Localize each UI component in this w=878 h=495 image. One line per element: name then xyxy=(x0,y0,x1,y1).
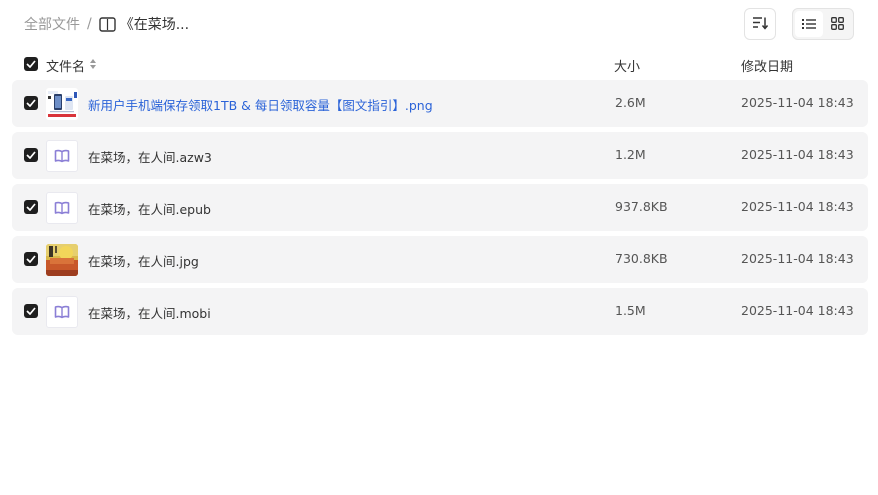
top-bar: 全部文件 / 《在菜场... xyxy=(0,0,878,48)
file-size: 1.2M xyxy=(615,147,646,162)
breadcrumb-separator: / xyxy=(87,16,92,32)
row-checkbox[interactable] xyxy=(24,304,38,318)
grid-view-icon xyxy=(830,15,844,34)
ebook-icon xyxy=(46,192,78,224)
column-header-size: 大小 xyxy=(614,60,641,75)
book-icon xyxy=(99,16,116,32)
breadcrumb-root[interactable]: 全部文件 xyxy=(24,14,80,34)
file-date: 2025-11-04 18:43 xyxy=(741,303,854,318)
file-date: 2025-11-04 18:43 xyxy=(741,251,854,266)
breadcrumb: 全部文件 / 《在菜场... xyxy=(24,14,189,34)
file-date: 2025-11-04 18:43 xyxy=(741,147,854,162)
file-row[interactable]: 在菜场，在人间.azw3 1.2M 2025-11-04 18:43 xyxy=(12,132,868,179)
list-view-icon xyxy=(802,15,816,34)
file-size: 1.5M xyxy=(615,303,646,318)
sort-lines-icon xyxy=(752,15,769,34)
view-toggle xyxy=(792,8,854,40)
row-checkbox[interactable] xyxy=(24,200,38,214)
file-name[interactable]: 在菜场，在人间.mobi xyxy=(88,303,211,322)
column-header-name[interactable]: 文件名 xyxy=(46,56,85,75)
file-name[interactable]: 在菜场，在人间.epub xyxy=(88,199,211,218)
file-name[interactable]: 在菜场，在人间.jpg xyxy=(88,251,199,270)
check-icon xyxy=(26,60,36,68)
file-size: 2.6M xyxy=(615,95,646,110)
file-date: 2025-11-04 18:43 xyxy=(741,199,854,214)
breadcrumb-current: 《在菜场... xyxy=(119,17,190,33)
select-all-checkbox[interactable] xyxy=(24,57,38,71)
file-row[interactable]: 新用户手机端保存领取1TB & 每日领取容量【图文指引】.png 2.6M 20… xyxy=(12,80,868,127)
file-name[interactable]: 在菜场，在人间.azw3 xyxy=(88,147,212,166)
check-icon xyxy=(26,99,36,107)
row-checkbox[interactable] xyxy=(24,96,38,110)
check-icon xyxy=(26,203,36,211)
check-icon xyxy=(26,151,36,159)
file-name[interactable]: 新用户手机端保存领取1TB & 每日领取容量【图文指引】.png xyxy=(88,95,433,114)
list-view-button[interactable] xyxy=(795,11,823,37)
check-icon xyxy=(26,307,36,315)
sort-caret-icon[interactable] xyxy=(89,57,97,71)
file-row[interactable]: 在菜场，在人间.jpg 730.8KB 2025-11-04 18:43 xyxy=(12,236,868,283)
row-checkbox[interactable] xyxy=(24,148,38,162)
check-icon xyxy=(26,255,36,263)
column-header-modified: 修改日期 xyxy=(741,60,794,75)
png-thumbnail xyxy=(46,88,78,120)
file-row[interactable]: 在菜场，在人间.epub 937.8KB 2025-11-04 18:43 xyxy=(12,184,868,231)
table-header: 文件名 大小 修改日期 xyxy=(12,50,868,78)
grid-view-button[interactable] xyxy=(823,11,851,37)
ebook-icon xyxy=(46,296,78,328)
file-row[interactable]: 在菜场，在人间.mobi 1.5M 2025-11-04 18:43 xyxy=(12,288,868,335)
jpg-thumbnail xyxy=(46,244,78,276)
file-date: 2025-11-04 18:43 xyxy=(741,95,854,110)
row-checkbox[interactable] xyxy=(24,252,38,266)
sort-button[interactable] xyxy=(744,8,776,40)
file-size: 937.8KB xyxy=(615,199,668,214)
file-size: 730.8KB xyxy=(615,251,668,266)
ebook-icon xyxy=(46,140,78,172)
